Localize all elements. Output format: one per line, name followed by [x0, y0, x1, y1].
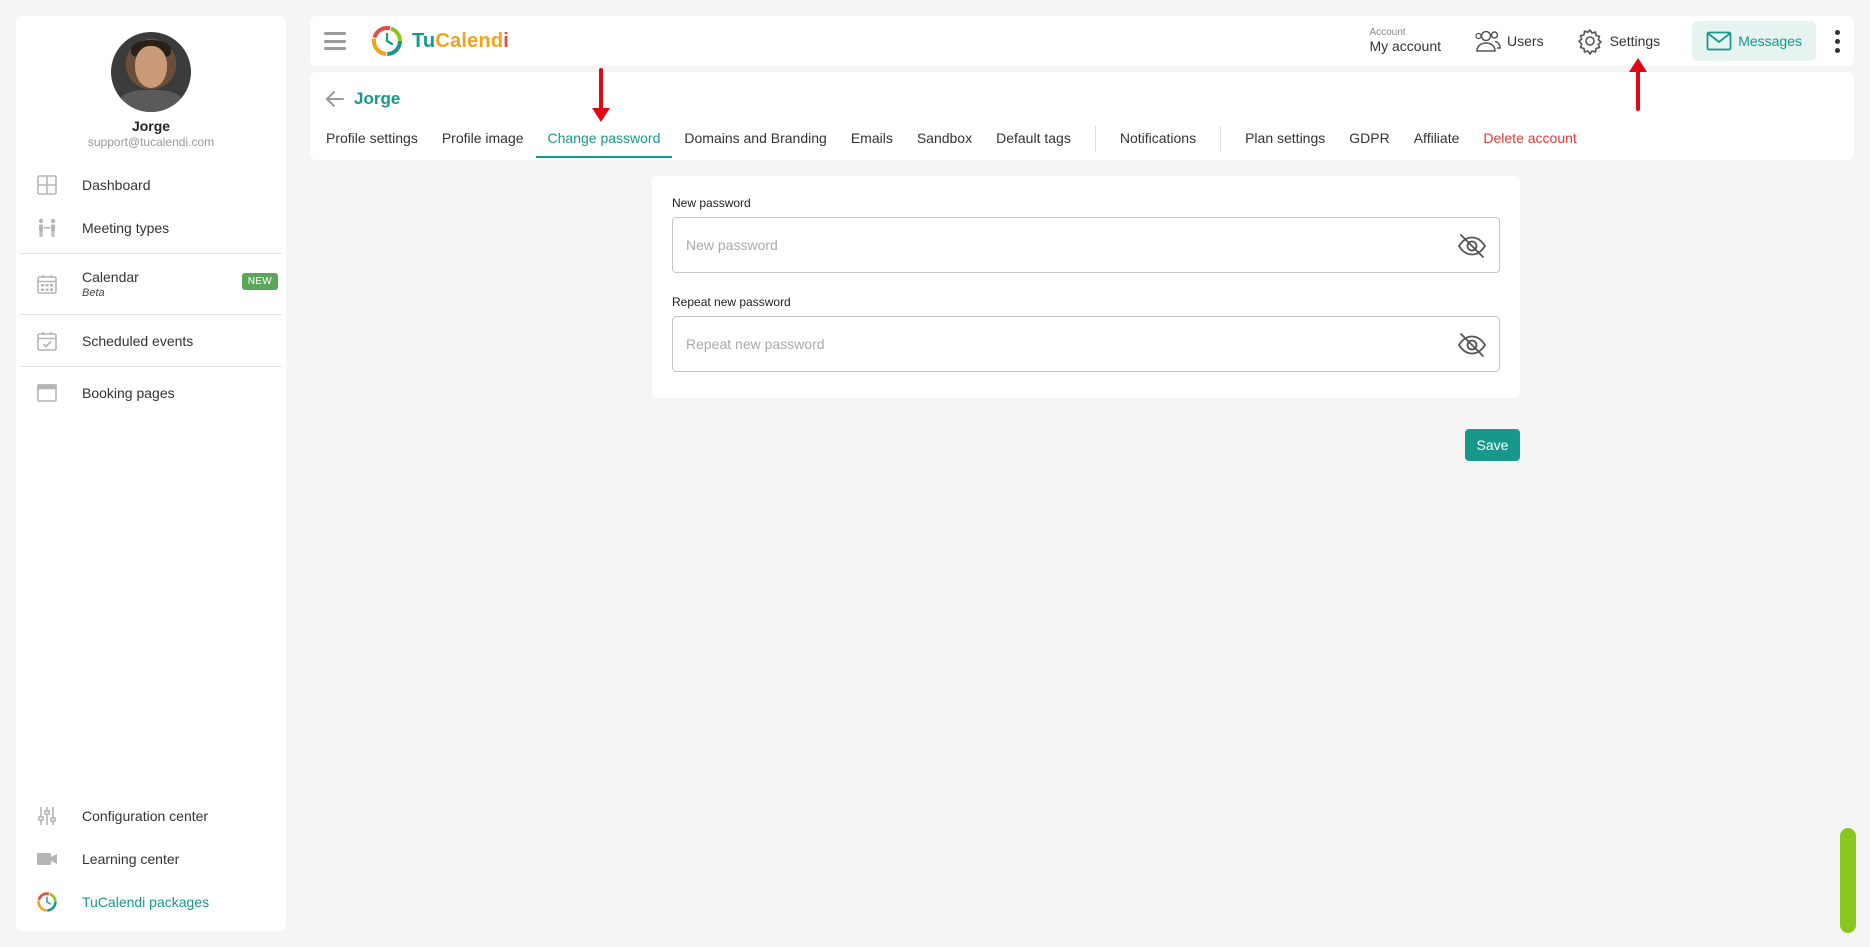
calendar-check-icon — [36, 330, 58, 352]
divider — [20, 314, 282, 315]
tucalendi-logo-icon — [372, 26, 402, 56]
profile-name: Jorge — [131, 118, 171, 134]
tab-domains-and-branding[interactable]: Domains and Branding — [672, 120, 838, 158]
profile-block: Jorge support@tucalendi.com — [16, 16, 286, 149]
repeat-password-field-wrapper — [672, 316, 1500, 372]
top-bar: TuCalendi Account My account Users Setti… — [310, 16, 1854, 66]
new-badge: NEW — [241, 273, 278, 290]
sidebar-item-configuration-center[interactable]: Configuration center — [16, 794, 286, 837]
back-arrow-icon[interactable] — [324, 88, 346, 110]
tab-emails[interactable]: Emails — [839, 120, 905, 158]
new-password-field-wrapper — [672, 217, 1500, 273]
gear-icon — [1577, 29, 1602, 55]
eye-off-icon[interactable] — [1457, 331, 1487, 359]
window-icon — [36, 382, 58, 404]
dashboard-icon — [36, 174, 58, 196]
users-button[interactable]: Users — [1473, 27, 1544, 55]
new-password-input[interactable] — [673, 218, 1433, 272]
profile-email: support@tucalendi.com — [87, 135, 215, 149]
breadcrumb: Jorge — [324, 88, 400, 110]
tab-notifications[interactable]: Notifications — [1108, 120, 1208, 158]
sidebar: Jorge support@tucalendi.com Dashboard Me… — [16, 16, 286, 931]
account-menu[interactable]: Account My account — [1369, 28, 1441, 53]
sidebar-item-scheduled-events[interactable]: Scheduled events — [16, 319, 286, 362]
sidebar-item-label: Learning center — [82, 850, 180, 867]
repeat-password-input[interactable] — [673, 317, 1433, 371]
calendar-icon — [36, 273, 58, 295]
sidebar-item-booking-pages[interactable]: Booking pages — [16, 371, 286, 414]
hamburger-menu-icon[interactable] — [324, 32, 346, 50]
tab-affiliate[interactable]: Affiliate — [1402, 120, 1472, 158]
tab-profile-image[interactable]: Profile image — [430, 120, 536, 158]
settings-button[interactable]: Settings — [1576, 27, 1661, 55]
calendar-beta-label: Beta — [82, 287, 105, 299]
sidebar-nav: Dashboard Meeting types Calendar Beta NE… — [16, 163, 286, 414]
tab-separator — [1094, 126, 1096, 152]
people-meeting-icon — [36, 217, 58, 239]
tab-separator — [1220, 126, 1222, 152]
annotation-arrow-down-icon — [592, 68, 610, 122]
avatar[interactable] — [111, 32, 191, 112]
tab-sandbox[interactable]: Sandbox — [905, 120, 984, 158]
tab-gdpr[interactable]: GDPR — [1337, 120, 1401, 158]
video-camera-icon — [36, 848, 58, 870]
tab-default-tags[interactable]: Default tags — [984, 120, 1083, 158]
eye-off-icon[interactable] — [1457, 232, 1487, 260]
page-title: Jorge — [354, 89, 401, 108]
tab-change-password[interactable]: Change password — [535, 120, 673, 158]
sidebar-item-calendar[interactable]: Calendar Beta NEW — [16, 258, 286, 310]
sidebar-item-label: Dashboard — [82, 176, 151, 193]
more-options-icon[interactable] — [1826, 26, 1848, 56]
calendar-label-group: Calendar Beta — [82, 269, 139, 299]
tucalendi-logo[interactable]: TuCalendi — [370, 24, 509, 58]
tab-plan-settings[interactable]: Plan settings — [1233, 120, 1337, 158]
sidebar-item-label: Calendar — [82, 269, 139, 285]
scrollbar-thumb[interactable] — [1840, 828, 1856, 933]
messages-label: Messages — [1738, 33, 1802, 49]
settings-tabs: Profile settings Profile image Change pa… — [314, 120, 1589, 158]
sidebar-item-tucalendi-packages[interactable]: TuCalendi packages — [16, 880, 286, 923]
sidebar-item-learning-center[interactable]: Learning center — [16, 837, 286, 880]
tab-delete-account[interactable]: Delete account — [1471, 120, 1588, 158]
repeat-password-label: Repeat new password — [672, 295, 791, 309]
sidebar-bottom-nav: Configuration center Learning center TuC… — [16, 794, 286, 923]
top-right-actions: Account My account Users Settings Messag… — [1369, 16, 1854, 66]
sidebar-item-label: TuCalendi packages — [82, 893, 210, 910]
settings-header: Jorge Profile settings Profile image Cha… — [310, 72, 1854, 160]
sidebar-item-label: Configuration center — [82, 807, 209, 824]
change-password-form: New password Repeat new password — [652, 176, 1520, 398]
users-icon — [1475, 30, 1501, 52]
sidebar-item-dashboard[interactable]: Dashboard — [16, 163, 286, 206]
save-button[interactable]: Save — [1465, 429, 1520, 461]
sidebar-item-label: Booking pages — [82, 384, 175, 401]
envelope-icon — [1706, 31, 1732, 51]
users-label: Users — [1507, 33, 1544, 49]
annotation-arrow-up-icon — [1629, 58, 1647, 111]
logo-text: TuCalendi — [412, 29, 510, 52]
sidebar-item-label: Scheduled events — [82, 332, 194, 349]
sidebar-item-meeting-types[interactable]: Meeting types — [16, 206, 286, 249]
tab-profile-settings[interactable]: Profile settings — [314, 120, 430, 158]
divider — [20, 366, 282, 367]
messages-button[interactable]: Messages — [1692, 21, 1816, 61]
new-password-label: New password — [672, 196, 751, 210]
sidebar-item-label: Meeting types — [82, 219, 170, 236]
account-value: My account — [1369, 37, 1442, 54]
sliders-icon — [36, 805, 58, 827]
tucalendi-logo-icon — [36, 891, 58, 913]
divider — [20, 253, 282, 254]
settings-label: Settings — [1609, 33, 1661, 49]
